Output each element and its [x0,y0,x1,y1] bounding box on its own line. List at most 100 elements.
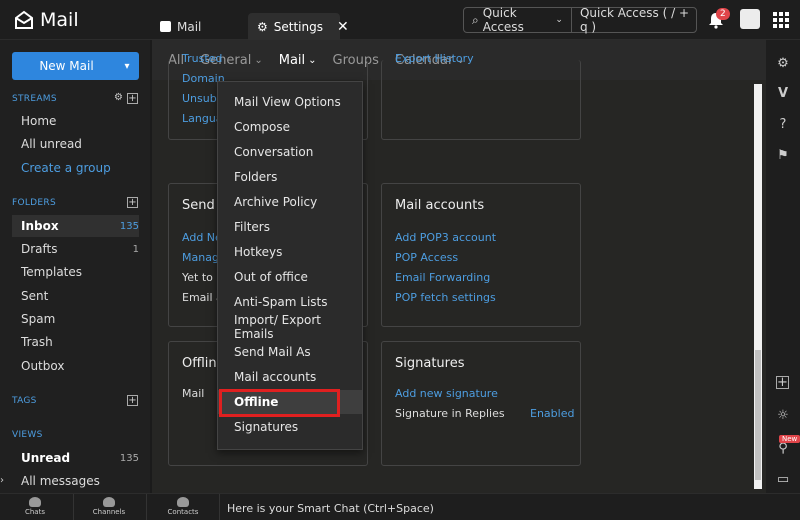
highlight-annotation-box [219,389,340,417]
sidebar-item-all-unread[interactable]: All unread [21,137,139,151]
create-group-link[interactable]: Create a group [21,161,139,175]
pop-fetch-settings-link[interactable]: POP fetch settings [395,291,496,304]
app-logo[interactable]: Mail [14,9,79,31]
feedback-icon[interactable]: ▭ [774,471,792,489]
sidebar-item-all-messages[interactable]: All messages [21,474,139,488]
menu-item-import-export-emails[interactable]: Import/ Export Emails [218,313,362,341]
mail-logo-icon [15,10,33,29]
card-link[interactable]: Export History [395,52,474,65]
mail-tab-icon [160,21,171,32]
sidebar-item-spam[interactable]: Spam [21,312,139,326]
channels-label: Channels [92,508,126,516]
draft-count: 1 [132,243,139,255]
menu-item-filters[interactable]: Filters [218,215,362,239]
sidebar-item-label: Create a group [21,161,111,175]
avatar[interactable] [740,9,760,29]
menu-item-conversation[interactable]: Conversation [218,140,362,164]
smart-chat-input[interactable]: Here is your Smart Chat (Ctrl+Space) [227,502,434,515]
menu-item-hotkeys[interactable]: Hotkeys [218,240,362,264]
streams-heading: STREAMS [12,94,57,104]
menu-item-mail-accounts[interactable]: Mail accounts [218,365,362,389]
add-pop3-account-link[interactable]: Add POP3 account [395,231,496,244]
sidebar-item-templates[interactable]: Templates [21,265,139,279]
divider [73,494,74,520]
new-mail-label: New Mail [39,59,94,73]
brand-v-icon[interactable]: V [774,85,792,103]
quick-access-search[interactable]: ⌕ Quick Access ⌄ Quick Access ( / + q ) [463,6,697,34]
add-folder-icon[interactable]: + [127,197,138,208]
pop-access-link[interactable]: POP Access [395,251,458,264]
theme-icon[interactable]: ☼ [774,407,792,425]
menu-item-folders[interactable]: Folders [218,165,362,189]
folders-heading: FOLDERS [12,198,56,208]
stream-settings-icon[interactable]: ⚙ [113,93,124,104]
chats-button[interactable]: Chats [5,497,65,516]
close-tab-icon[interactable]: ✕ [337,19,349,35]
sidebar-item-unread[interactable]: Unread 135 [21,451,139,465]
menu-item-compose[interactable]: Compose [218,115,362,139]
top-bar: Mail Mail ⚙ Settings ✕ ⌕ Quick Access ⌄ … [0,0,800,40]
tab-mail[interactable]: Mail [160,13,201,40]
contacts-icon [177,497,189,507]
menu-item-out-of-office[interactable]: Out of office [218,265,362,289]
chat-icon [29,497,41,507]
card-link[interactable]: Trusted [182,52,222,65]
sidebar-item-label: Trash [21,335,53,349]
menu-item-anti-spam-lists[interactable]: Anti-Spam Lists [218,290,362,314]
tab-settings[interactable]: ⚙ Settings ✕ [248,13,349,40]
new-mail-button[interactable]: New Mail ▾ [12,52,139,80]
sidebar-item-label: All unread [21,137,82,151]
divider [146,494,147,520]
signature-in-replies-label: Signature in Replies [395,407,505,420]
help-icon[interactable]: ? [774,116,792,134]
sidebar-item-label: Sent [21,289,49,303]
sidebar-item-label: Unread [21,451,71,465]
contacts-button[interactable]: Contacts [153,497,213,516]
menu-item-signatures[interactable]: Signatures [218,415,362,439]
sidebar-item-sent[interactable]: Sent [21,289,139,303]
add-tag-icon[interactable]: + [127,395,138,406]
card-text: Mail [182,387,205,400]
announcement-icon[interactable]: ⚑ [774,147,792,165]
sidebar-item-outbox[interactable]: Outbox [21,359,139,373]
settings-gear-icon[interactable]: ⚙ [774,55,792,73]
collapse-sidebar-icon[interactable]: › [0,475,4,486]
quick-access-input[interactable]: Quick Access ( / + q ) [572,6,696,34]
tab-settings-label: Settings [273,19,323,34]
search-icon: ⌕ [472,12,479,27]
add-stream-icon[interactable]: + [127,93,138,104]
channels-icon [103,497,115,507]
sidebar-item-home[interactable]: Home [21,114,139,128]
sidebar-item-label: All messages [21,474,100,488]
menu-item-mail-view-options[interactable]: Mail View Options [218,90,362,114]
add-widget-icon[interactable]: + [776,376,789,389]
bottom-bar: Chats Channels Contacts Here is your Sma… [0,493,800,520]
quick-access-scope-select[interactable]: ⌕ Quick Access ⌄ [464,6,572,34]
app-title: Mail [40,9,79,31]
chevron-down-icon[interactable]: ▾ [115,61,139,72]
card-mail-accounts: Mail accounts Add POP3 account POP Acces… [381,183,581,327]
sidebar-item-label: Home [21,114,57,128]
add-new-signature-link[interactable]: Add new signature [395,387,498,400]
tags-heading: TAGS [12,396,37,406]
right-rail: ⚙ V ? ⚑ + ☼ ⚲ ▭ [766,40,800,493]
sidebar-item-label: Spam [21,312,56,326]
unread-view-count: 135 [119,452,139,464]
quick-access-scope-label: Quick Access [482,6,524,34]
sidebar-item-drafts[interactable]: Drafts 1 [21,242,139,256]
scrollbar-thumb[interactable] [755,350,761,480]
sidebar-item-inbox[interactable]: Inbox 135 [21,219,139,233]
new-badge: New [779,435,800,443]
tab-mail-label: Mail [177,19,202,34]
menu-item-send-mail-as[interactable]: Send Mail As [218,340,362,364]
signature-in-replies-toggle[interactable]: Enabled [530,407,574,420]
sidebar-item-trash[interactable]: Trash [21,335,139,349]
email-forwarding-link[interactable]: Email Forwarding [395,271,490,284]
card-link[interactable]: Add Ne [182,231,222,244]
sidebar-item-label: Templates [21,265,83,279]
card-signatures: Signatures Add new signature Signature i… [381,341,581,466]
chevron-down-icon: ⌄ [555,15,563,25]
menu-item-archive-policy[interactable]: Archive Policy [218,190,362,214]
channels-button[interactable]: Channels [79,497,139,516]
app-grid-icon[interactable] [773,12,789,28]
